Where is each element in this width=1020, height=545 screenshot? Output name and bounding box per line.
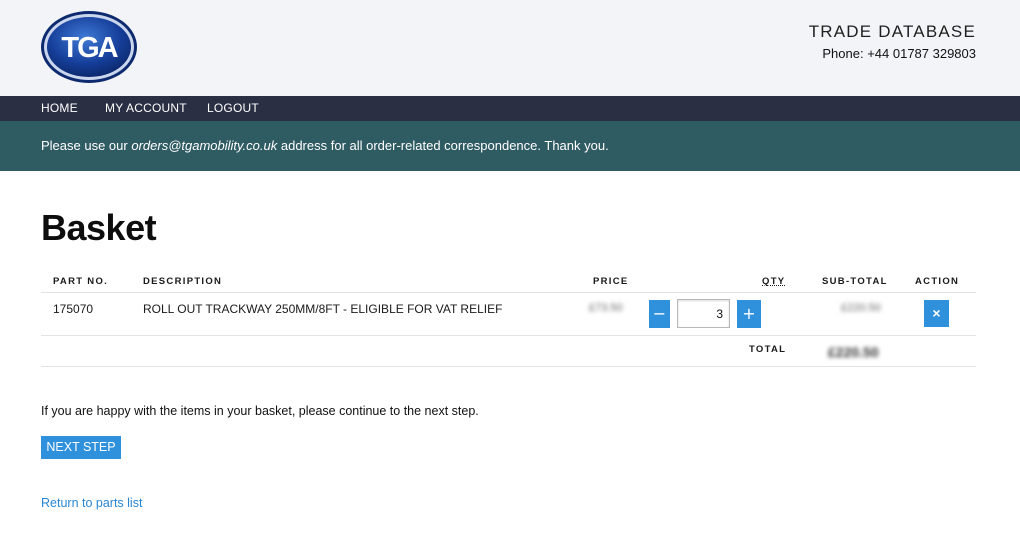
row-subtotal: £220.50 [841,302,881,314]
logo-text: TGA [61,32,118,64]
header-description: DESCRIPTION [143,276,223,287]
notice-prefix: Please use our [41,138,132,153]
header-part-no: PART NO. [53,276,109,287]
row-part-no: 175070 [53,302,94,316]
header-subtotal: SUB-TOTAL [822,276,888,287]
table-divider [41,292,976,293]
header-qty: QTY [762,276,786,287]
close-icon: × [932,305,941,321]
qty-input[interactable] [677,299,730,328]
remove-item-button[interactable]: × [924,300,949,327]
return-to-parts-link[interactable]: Return to parts list [41,496,142,510]
continue-message: If you are happy with the items in your … [41,404,479,418]
next-step-button[interactable]: NEXT STEP [41,436,121,459]
qty-increase-button[interactable]: + [737,300,761,328]
total-label: TOTAL [749,344,787,355]
total-value: £220.50 [828,344,879,360]
phone-number: Phone: +44 01787 329803 [822,46,976,61]
page-title: Basket [41,207,157,248]
qty-decrease-button[interactable]: − [649,300,670,328]
header-price: PRICE [593,276,629,287]
nav-logout[interactable]: LOGOUT [207,101,259,115]
tga-logo[interactable]: TGA [40,10,138,84]
table-divider [41,335,976,336]
notice-banner: Please use our orders@tgamobility.co.uk … [0,121,1020,171]
nav-my-account[interactable]: MY ACCOUNT [105,101,187,115]
notice-email: orders@tgamobility.co.uk [131,138,278,153]
notice-suffix: address for all order-related correspond… [277,138,609,153]
row-price: £73.50 [589,302,623,314]
site-header: TGA TRADE DATABASE Phone: +44 01787 3298… [0,0,1020,96]
nav-home[interactable]: HOME [41,101,78,115]
header-action: ACTION [915,276,960,287]
site-title: TRADE DATABASE [808,22,976,41]
row-description: ROLL OUT TRACKWAY 250MM/8FT - ELIGIBLE F… [143,302,503,316]
main-nav: HOME MY ACCOUNT LOGOUT [0,96,1020,121]
table-divider [41,366,976,367]
